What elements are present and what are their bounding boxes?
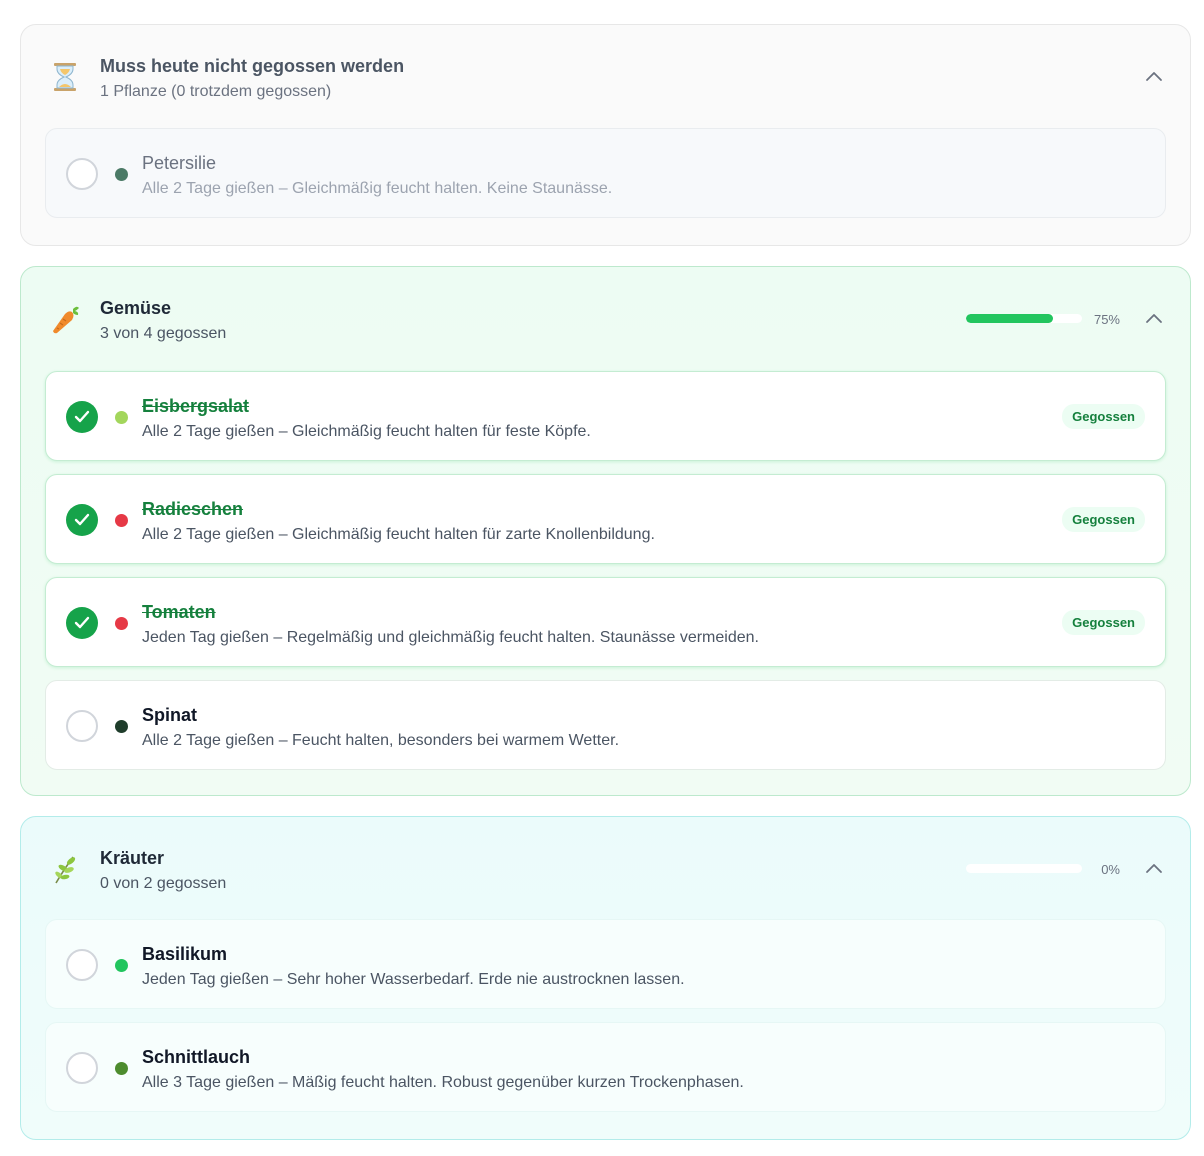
progress-percent: 75% bbox=[1093, 312, 1120, 327]
list-item[interactable]: Spinat Alle 2 Tage gießen – Feucht halte… bbox=[45, 680, 1166, 770]
watered-badge: Gegossen bbox=[1062, 507, 1145, 532]
list-item[interactable]: Eisbergsalat Alle 2 Tage gießen – Gleich… bbox=[45, 371, 1166, 461]
plant-color-dot bbox=[115, 514, 128, 527]
chevron-up-icon[interactable] bbox=[1144, 309, 1164, 329]
plant-description: Alle 2 Tage gießen – Feucht halten, beso… bbox=[142, 732, 620, 749]
progress-fill bbox=[966, 314, 1053, 323]
watered-badge: Gegossen bbox=[1062, 404, 1145, 429]
section-header[interactable]: Gemüse 3 von 4 gegossen 75% bbox=[21, 267, 1190, 367]
plant-description: Alle 2 Tage gießen – Gleichmäßig feucht … bbox=[142, 423, 591, 440]
plant-name: Eisbergsalat bbox=[142, 396, 250, 416]
plant-description: Alle 2 Tage gießen – Gleichmäßig feucht … bbox=[142, 526, 655, 543]
plant-color-dot bbox=[115, 411, 128, 424]
list-item[interactable]: Basilikum Jeden Tag gießen – Sehr hoher … bbox=[45, 919, 1166, 1009]
section-title: Gemüse bbox=[100, 298, 172, 318]
hourglass-icon bbox=[51, 61, 79, 93]
water-checkbox[interactable] bbox=[66, 710, 98, 742]
water-checkbox[interactable] bbox=[66, 401, 98, 433]
section-gemuese: Gemüse 3 von 4 gegossen 75% Eisbergsalat… bbox=[20, 266, 1191, 796]
section-kraeuter: Kräuter 0 von 2 gegossen 0% Basilikum Je… bbox=[20, 816, 1191, 1140]
plant-color-dot bbox=[115, 720, 128, 733]
section-header[interactable]: Muss heute nicht gegossen werden 1 Pflan… bbox=[21, 25, 1190, 125]
herb-icon bbox=[51, 853, 79, 885]
progress-bar bbox=[966, 314, 1082, 323]
section-not-needed-today: Muss heute nicht gegossen werden 1 Pflan… bbox=[20, 24, 1191, 246]
plant-color-dot bbox=[115, 959, 128, 972]
section-subtitle: 1 Pflanze (0 trotzdem gegossen) bbox=[100, 83, 332, 100]
water-checkbox[interactable] bbox=[66, 607, 98, 639]
water-checkbox[interactable] bbox=[66, 1052, 98, 1084]
water-checkbox[interactable] bbox=[66, 158, 98, 190]
section-title: Kräuter bbox=[100, 848, 165, 868]
plant-name: Radieschen bbox=[142, 499, 244, 519]
list-item[interactable]: Schnittlauch Alle 3 Tage gießen – Mäßig … bbox=[45, 1022, 1166, 1112]
water-checkbox[interactable] bbox=[66, 504, 98, 536]
list-item[interactable]: Radieschen Alle 2 Tage gießen – Gleichmä… bbox=[45, 474, 1166, 564]
chevron-up-icon[interactable] bbox=[1144, 859, 1164, 879]
plant-description: Jeden Tag gießen – Sehr hoher Wasserbeda… bbox=[142, 971, 685, 988]
check-icon bbox=[74, 616, 90, 629]
plant-description: Jeden Tag gießen – Regelmäßig und gleich… bbox=[142, 629, 759, 646]
section-subtitle: 3 von 4 gegossen bbox=[100, 325, 227, 342]
check-icon bbox=[74, 410, 90, 423]
plant-description: Alle 3 Tage gießen – Mäßig feucht halten… bbox=[142, 1074, 744, 1091]
plant-name: Schnittlauch bbox=[142, 1047, 251, 1067]
plant-color-dot bbox=[115, 617, 128, 630]
progress-percent: 0% bbox=[1101, 862, 1120, 877]
plant-items: Basilikum Jeden Tag gießen – Sehr hoher … bbox=[45, 919, 1166, 1125]
plant-items: Petersilie Alle 2 Tage gießen – Gleichmä… bbox=[45, 128, 1166, 231]
plant-name: Basilikum bbox=[142, 944, 228, 964]
section-title: Muss heute nicht gegossen werden bbox=[100, 56, 405, 76]
list-item[interactable]: Petersilie Alle 2 Tage gießen – Gleichmä… bbox=[45, 128, 1166, 218]
plant-list: Muss heute nicht gegossen werden 1 Pflan… bbox=[0, 0, 1204, 1140]
plant-color-dot bbox=[115, 168, 128, 181]
progress-bar bbox=[966, 864, 1082, 873]
plant-items: Eisbergsalat Alle 2 Tage gießen – Gleich… bbox=[45, 371, 1166, 783]
section-header[interactable]: Kräuter 0 von 2 gegossen 0% bbox=[21, 817, 1190, 917]
section-subtitle: 0 von 2 gegossen bbox=[100, 875, 227, 892]
plant-color-dot bbox=[115, 1062, 128, 1075]
chevron-up-icon[interactable] bbox=[1144, 67, 1164, 87]
plant-name: Petersilie bbox=[142, 153, 217, 173]
plant-name: Tomaten bbox=[142, 602, 216, 622]
plant-name: Spinat bbox=[142, 705, 198, 725]
list-item[interactable]: Tomaten Jeden Tag gießen – Regelmäßig un… bbox=[45, 577, 1166, 667]
plant-description: Alle 2 Tage gießen – Gleichmäßig feucht … bbox=[142, 180, 613, 197]
watered-badge: Gegossen bbox=[1062, 610, 1145, 635]
water-checkbox[interactable] bbox=[66, 949, 98, 981]
carrot-icon bbox=[51, 303, 79, 335]
check-icon bbox=[74, 513, 90, 526]
